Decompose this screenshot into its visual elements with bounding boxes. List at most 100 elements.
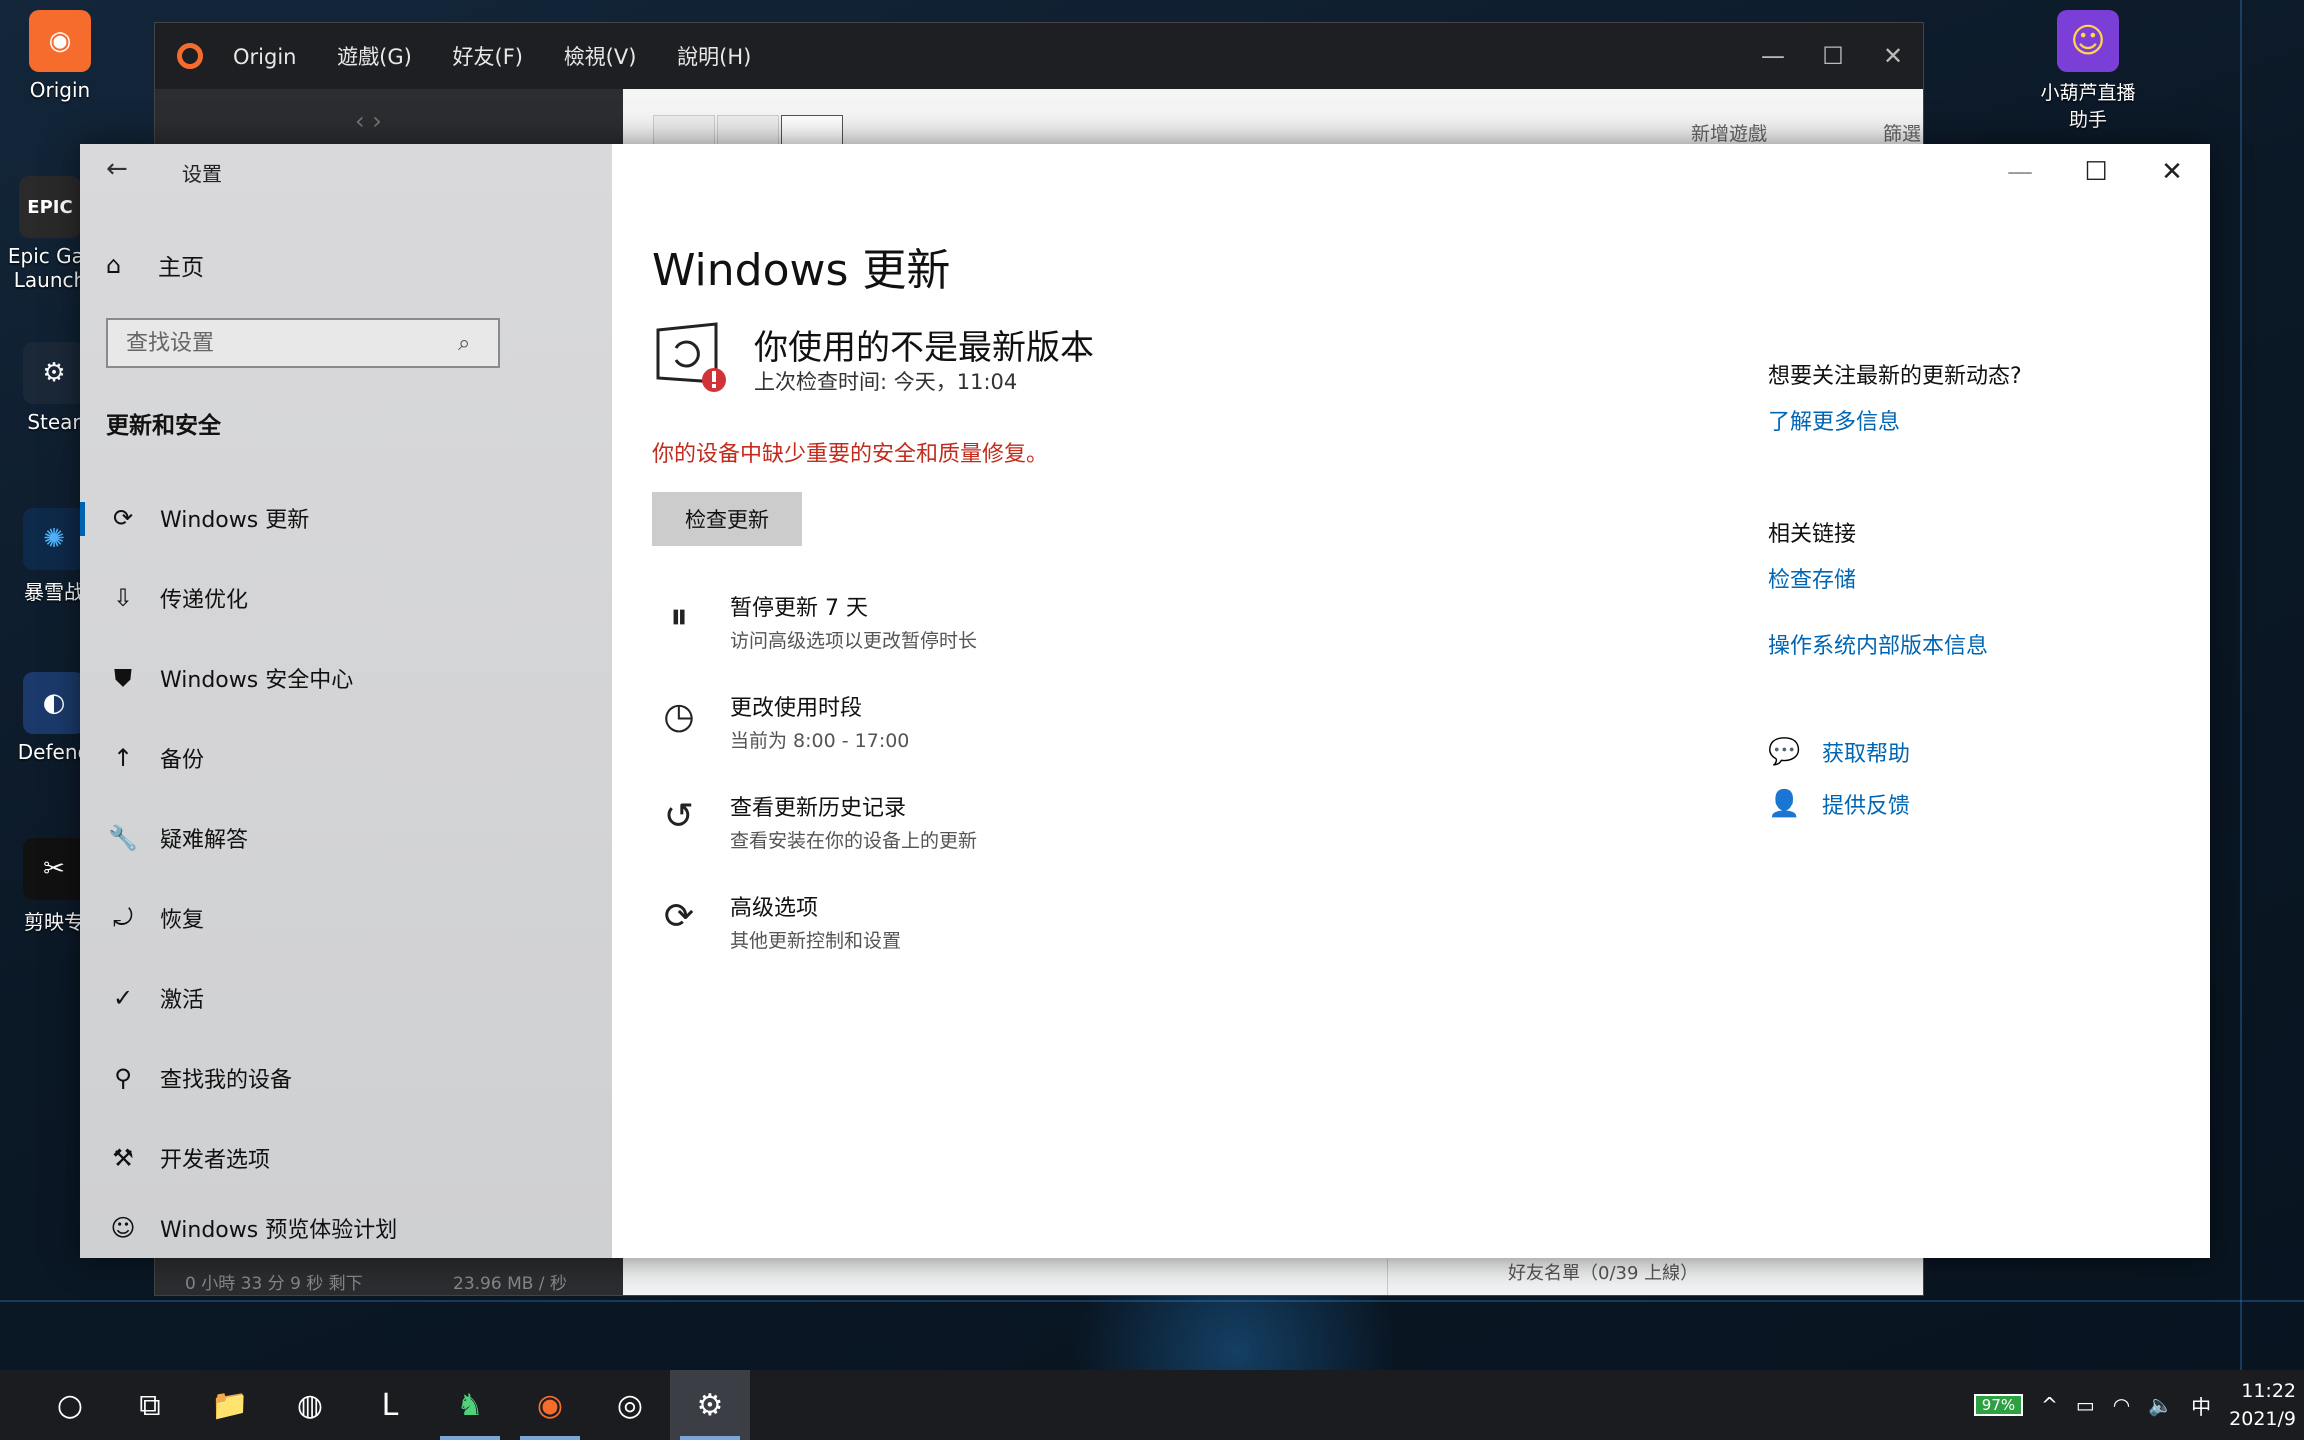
origin-menu-games[interactable]: 遊戲(G) [337, 45, 412, 69]
learn-more-link[interactable]: 了解更多信息 [1768, 404, 1900, 436]
wrench-icon: 🔧 [108, 824, 138, 852]
nav-backup[interactable]: ↑ 备份 [80, 728, 612, 788]
taskbar: ○ ⧉ 📁 ◍ L ♞ ◉ ◎ ⚙ 97% ^ ▭ ◠ 🔈 中 11:22 20… [0, 1370, 2304, 1440]
add-game-button[interactable]: 新增遊戲 [1691, 119, 1767, 146]
volume-icon[interactable]: 🔈 [2148, 1393, 2173, 1417]
clock[interactable]: 11:22 2021/9 [2229, 1377, 2296, 1433]
close-icon[interactable]: ✕ [1863, 42, 1923, 70]
option-update-history[interactable]: ↺ 查看更新历史记录 查看安装在你的设备上的更新 [652, 790, 977, 853]
settings-window: ← 设置 ⌂ 主页 ⌕ 更新和安全 ⟳ Windows 更新 ⇩ 传递优化 ⛊ [80, 144, 2210, 1258]
nav-delivery-optimization[interactable]: ⇩ 传递优化 [80, 568, 612, 628]
home-icon: ⌂ [106, 251, 122, 279]
insider-icon: ☺ [110, 1214, 136, 1242]
nav-windows-update[interactable]: ⟳ Windows 更新 [80, 488, 612, 548]
security-warning: 你的设备中缺少重要的安全和质量修复。 [652, 442, 1049, 467]
back-arrow-icon[interactable]: ← [106, 154, 128, 184]
get-help-link[interactable]: 💬 获取帮助 [1768, 736, 1910, 768]
xiaohulu-icon: ☺ [2057, 10, 2119, 72]
origin-menu-view[interactable]: 檢視(V) [564, 45, 637, 69]
nav-troubleshoot[interactable]: 🔧 疑难解答 [80, 808, 612, 868]
origin-menu-help[interactable]: 說明(H) [677, 45, 751, 69]
search-box: ⌕ [106, 318, 500, 368]
os-build-link[interactable]: 操作系统内部版本信息 [1768, 628, 1988, 660]
window-title: 设置 [182, 162, 222, 186]
advanced-settings-icon: ⟳ [663, 896, 695, 937]
status-title: 你使用的不是最新版本 [754, 328, 1094, 368]
settings-sidebar: ← 设置 ⌂ 主页 ⌕ 更新和安全 ⟳ Windows 更新 ⇩ 传递优化 ⛊ [80, 144, 612, 1258]
wifi-icon[interactable]: ◠ [2113, 1393, 2130, 1417]
origin-titlebar: Origin 遊戲(G) 好友(F) 檢視(V) 說明(H) — ☐ ✕ [155, 23, 1923, 89]
check-storage-link[interactable]: 检查存储 [1768, 562, 1856, 594]
shield-icon: ⛊ [114, 664, 132, 692]
minimize-icon[interactable]: — [1982, 144, 2058, 200]
refresh-icon: ⟳ [112, 504, 134, 532]
close-icon[interactable]: ✕ [2134, 144, 2210, 200]
battery-indicator[interactable]: 97% [1973, 1394, 2024, 1416]
origin-menu: Origin 遊戲(G) 好友(F) 檢視(V) 說明(H) [233, 41, 785, 71]
desktop-icon-xiaohulu[interactable]: ☺ 小葫芦直播助手 [2036, 10, 2140, 132]
app-green-icon[interactable]: ♞ [430, 1370, 510, 1440]
origin-menu-title[interactable]: Origin [233, 45, 296, 69]
ime-indicator[interactable]: 中 [2191, 1391, 2211, 1420]
desktop-icon-origin[interactable]: ◉ Origin [10, 10, 110, 102]
history-icon: ↺ [663, 796, 695, 837]
page-title: Windows 更新 [652, 245, 951, 296]
check-updates-button[interactable]: 检查更新 [652, 492, 802, 546]
delivery-icon: ⇩ [112, 584, 134, 612]
related-links-heading: 相关链接 [1768, 522, 1857, 547]
background-line [0, 1300, 2304, 1302]
nav-developer-options[interactable]: ⚒ 开发者选项 [80, 1128, 612, 1188]
origin-menu-friends[interactable]: 好友(F) [453, 45, 523, 69]
maximize-icon[interactable]: ☐ [2058, 144, 2134, 200]
scissors-icon: ✂ [23, 838, 85, 900]
origin-logo-icon [177, 43, 203, 69]
option-active-hours[interactable]: ◷ 更改使用时段 当前为 8:00 - 17:00 [652, 690, 909, 753]
section-heading: 更新和安全 [106, 413, 221, 439]
origin-friends-list[interactable]: 好友名單（0/39 上線） [1387, 1259, 1922, 1295]
search-input[interactable] [108, 329, 458, 357]
network-icon[interactable]: ▭ [2076, 1393, 2095, 1417]
option-pause-updates[interactable]: ⏸ 暂停更新 7 天 访问高级选项以更改暂停时长 [652, 590, 977, 653]
pause-icon: ⏸ [670, 596, 688, 637]
check-circle-icon: ✓ [112, 984, 134, 1012]
nav-windows-security[interactable]: ⛊ Windows 安全中心 [80, 648, 612, 708]
origin-window-controls: — ☐ ✕ [1743, 42, 1923, 70]
locate-icon: ⚲ [114, 1064, 132, 1092]
nav-insider-program[interactable]: ☺ Windows 预览体验计划 [80, 1198, 612, 1258]
origin-taskbar-icon[interactable]: ◉ [510, 1370, 590, 1440]
cortana-icon[interactable]: ○ [30, 1370, 110, 1440]
task-view-icon[interactable]: ⧉ [110, 1370, 190, 1440]
help-chat-icon: 💬 [1768, 737, 1801, 767]
obs-icon[interactable]: ◎ [590, 1370, 670, 1440]
backup-icon: ↑ [112, 744, 134, 772]
desktop: ◉ Origin EPIC Epic Gar Launch ⚙ Stear ✺ … [0, 0, 2304, 1440]
nav-arrows-icon[interactable]: ‹ › [355, 107, 382, 135]
origin-download-status: 0 小時 33 分 9 秒 剩下 23.96 MB / 秒 [185, 1274, 567, 1294]
chevron-up-icon[interactable]: ^ [2041, 1393, 2058, 1417]
background-line [2240, 0, 2242, 1370]
feedback-icon: 👤 [1768, 789, 1801, 819]
developer-icon: ⚒ [112, 1144, 134, 1172]
search-icon[interactable]: ⌕ [458, 331, 498, 356]
origin-icon: ◉ [29, 10, 91, 72]
minimize-icon[interactable]: — [1743, 42, 1803, 70]
start-edge-icon[interactable] [0, 1370, 30, 1440]
last-checked: 上次检查时间: 今天，11:04 [754, 370, 1018, 394]
settings-taskbar-icon[interactable]: ⚙ [670, 1370, 750, 1440]
home-link[interactable]: ⌂ 主页 [106, 248, 204, 282]
nav-activation[interactable]: ✓ 激活 [80, 968, 612, 1028]
nav-recovery[interactable]: ⤾ 恢复 [80, 888, 612, 948]
defender-icon: ◐ [23, 672, 85, 734]
maximize-icon[interactable]: ☐ [1803, 42, 1863, 70]
option-advanced[interactable]: ⟳ 高级选项 其他更新控制和设置 [652, 890, 901, 953]
battlenet-icon: ✺ [23, 508, 85, 570]
chrome-icon[interactable]: ◍ [270, 1370, 350, 1440]
app-l-icon[interactable]: L [350, 1370, 430, 1440]
feedback-link[interactable]: 👤 提供反馈 [1768, 788, 1910, 820]
steam-icon: ⚙ [23, 342, 85, 404]
window-controls: — ☐ ✕ [1982, 144, 2210, 200]
file-explorer-icon[interactable]: 📁 [190, 1370, 270, 1440]
clock-icon: ◷ [663, 696, 695, 737]
update-warning-icon [656, 322, 726, 392]
nav-find-my-device[interactable]: ⚲ 查找我的设备 [80, 1048, 612, 1108]
